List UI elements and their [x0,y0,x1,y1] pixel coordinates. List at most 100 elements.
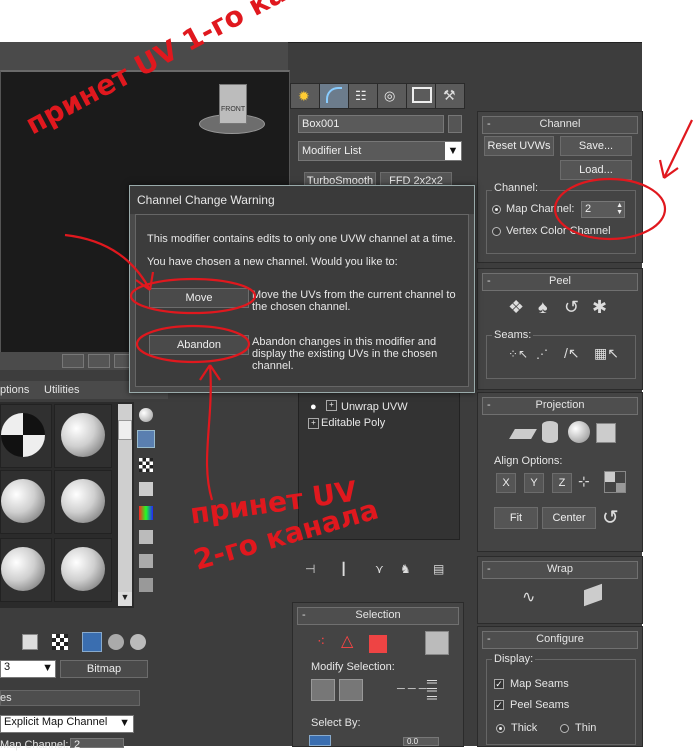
modifier-list-dropdown[interactable]: Modifier List ▼ [298,141,462,161]
show-map-in-viewport-icon[interactable] [82,632,102,652]
put-to-scene-icon[interactable] [22,634,38,650]
spline-map-icon[interactable]: ∿ [522,587,535,607]
quick-peel-icon[interactable]: ❖ [508,297,524,318]
video-color-check-icon[interactable] [139,506,153,520]
viewcube[interactable]: FRONT [197,82,267,142]
projection-rollout-header[interactable]: - Projection [482,397,638,415]
material-slot[interactable] [0,470,52,534]
align-to-view-icon[interactable] [604,471,626,493]
show-end-result-icon[interactable] [108,634,124,650]
material-slot[interactable] [54,538,112,602]
tab-create[interactable]: ✹ [290,83,320,109]
remove-modifier-icon[interactable]: ♞ [400,562,411,576]
assign-material-icon[interactable] [52,634,68,650]
pin-stack-icon[interactable]: ⊣ [305,562,315,576]
collapse-icon: - [487,118,491,130]
map-channel-radio[interactable] [492,205,501,214]
selection-rollout-header[interactable]: - Selection [297,607,459,625]
vertex-color-channel-radio[interactable] [492,227,501,236]
reset-uvws-button[interactable]: Reset UVWs [484,136,554,156]
ring-selection-icon[interactable]: ═ ═ ═ [427,674,437,704]
menu-options[interactable]: ptions [0,384,29,396]
map-channel-spinner[interactable]: 2 ▲ ▼ [581,201,625,218]
thick-radio[interactable] [496,724,505,733]
planar-map-icon[interactable] [509,429,537,439]
tab-display[interactable] [406,83,436,109]
coordinates-rollout-header [0,690,140,706]
fit-button[interactable]: Fit [494,507,538,529]
stack-item-unwrap-uvw[interactable]: ● + Unwrap UVW [300,400,456,416]
object-name-field[interactable]: Box001 [298,115,444,133]
spinner-arrows-icon[interactable]: ▲ ▼ [616,202,623,216]
save-button[interactable]: Save... [560,136,632,156]
tab-modify[interactable] [319,83,349,109]
tab-hierarchy[interactable]: ☷ [348,83,378,109]
material-slot[interactable] [54,404,112,468]
explicit-map-channel-dropdown[interactable]: Explicit Map Channel ▼ [0,715,134,733]
element-select-icon[interactable] [425,631,449,655]
edit-seams-icon[interactable]: ⁘↖ [508,347,528,361]
material-slot[interactable] [0,538,52,602]
material-id-dropdown[interactable]: 3 ▼ [0,660,56,678]
expand-icon[interactable]: + [326,400,337,411]
align-y-button[interactable]: Y [524,473,544,493]
stack-item-editable-poly[interactable]: + Editable Poly [300,416,456,432]
thin-radio[interactable] [560,724,569,733]
edge-sel-to-seams-icon[interactable]: /↖ [564,345,580,362]
make-preview-icon[interactable] [139,530,153,544]
grow-selection-icon[interactable] [311,679,335,701]
tab-motion[interactable]: ◎ [377,83,407,109]
select-by-element-icon[interactable] [309,735,331,746]
tab-utilities[interactable]: ⚒ [435,83,465,109]
cylindrical-map-icon[interactable] [542,421,558,443]
abandon-button[interactable]: Abandon [149,335,249,355]
options-icon[interactable] [139,554,153,568]
edge-select-icon[interactable]: △ [341,631,353,651]
seams-to-edge-sel-icon[interactable]: ▦↖ [594,345,619,362]
sample-uv-tiling-icon[interactable] [139,482,153,496]
best-align-icon[interactable]: ⊹ [578,473,590,490]
material-slot[interactable] [54,470,112,534]
load-button[interactable]: Load... [560,160,632,180]
sample-type-icon[interactable] [139,408,153,422]
map-channel-spinner[interactable]: 2 [70,738,124,751]
background-checker-icon[interactable] [139,458,153,472]
loop-selection-icon[interactable]: ─ ─ ─ [397,683,427,695]
pelt-map-icon[interactable]: ♠ [538,297,548,318]
shrink-selection-icon[interactable] [339,679,363,701]
maximize-button[interactable] [88,354,110,368]
peel-rollout-header[interactable]: - Peel [482,273,638,291]
move-button[interactable]: Move [149,288,249,308]
channel-rollout-header[interactable]: - Channel [482,116,638,134]
vertex-select-icon[interactable]: ⁖ [317,633,325,650]
scroll-thumb[interactable] [118,420,132,440]
map-seams-checkbox[interactable]: ✓ [494,679,504,689]
align-x-button[interactable]: X [496,473,516,493]
show-end-result-icon[interactable]: ┃ [340,562,347,576]
center-button[interactable]: Center [542,507,596,529]
box-map-icon[interactable] [596,423,616,443]
menu-utilities[interactable]: Utilities [44,384,79,396]
wrap-rollout-header[interactable]: - Wrap [482,561,638,579]
configure-rollout-header[interactable]: - Configure [482,631,638,649]
object-color-swatch[interactable] [448,115,462,133]
map-type-button[interactable]: Bitmap [60,660,148,678]
spherical-map-icon[interactable] [568,421,590,443]
reset-projection-icon[interactable]: ↺ [602,505,619,530]
configure-sets-icon[interactable]: ▤ [433,562,444,576]
backlight-icon[interactable] [137,430,155,448]
align-z-button[interactable]: Z [552,473,572,493]
material-slot[interactable] [0,404,52,468]
point-to-point-seams-icon[interactable]: ⋰ [536,347,548,361]
reset-peel-icon[interactable]: ↺ [564,297,579,318]
expand-icon[interactable]: + [308,418,319,429]
peel-seams-checkbox[interactable]: ✓ [494,700,504,710]
go-to-parent-icon[interactable] [130,634,146,650]
scroll-down-arrow[interactable]: ▼ [118,592,132,606]
minimize-button[interactable] [62,354,84,368]
make-unique-icon[interactable]: ⋎ [375,562,384,576]
face-select-icon[interactable] [369,635,387,653]
pin-icon[interactable]: ✱ [592,297,607,318]
unfold-map-icon[interactable] [584,583,602,607]
select-by-material-icon[interactable] [139,578,153,592]
